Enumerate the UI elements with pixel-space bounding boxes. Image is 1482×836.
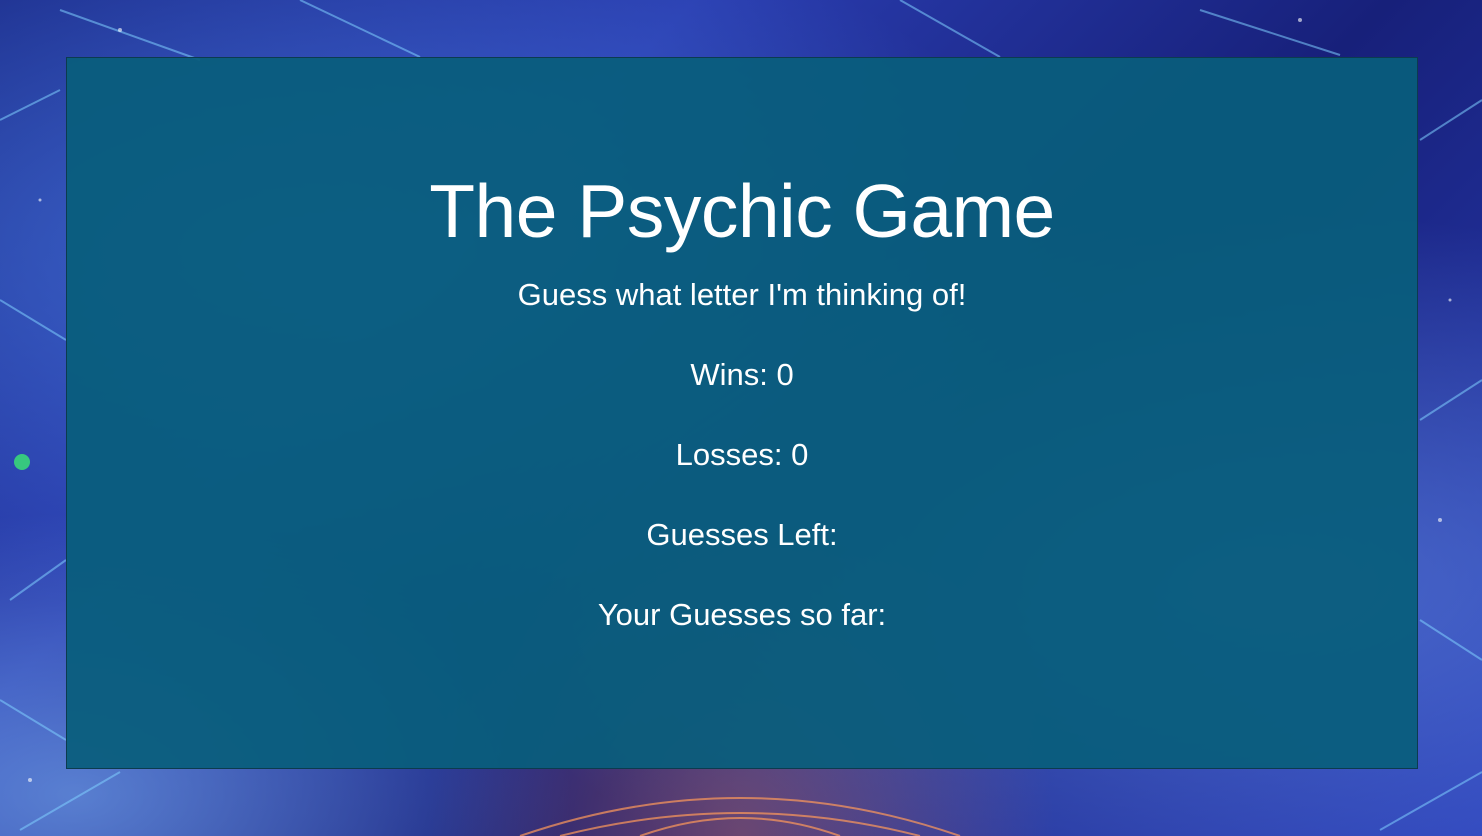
- game-panel: The Psychic Game Guess what letter I'm t…: [66, 57, 1418, 769]
- guesses-so-far-stat: Your Guesses so far:: [67, 595, 1417, 635]
- game-page: The Psychic Game Guess what letter I'm t…: [0, 0, 1482, 836]
- losses-stat: Losses: 0: [67, 435, 1417, 475]
- wins-value: 0: [776, 357, 794, 392]
- guesses-left-label: Guesses Left:: [646, 517, 838, 552]
- guesses-so-far-label: Your Guesses so far:: [597, 597, 887, 632]
- game-tagline: Guess what letter I'm thinking of!: [517, 277, 967, 312]
- game-title: The Psychic Game: [429, 169, 1055, 253]
- wins-label: Wins:: [690, 357, 768, 392]
- guesses-left-stat: Guesses Left:: [67, 515, 1417, 555]
- wins-stat: Wins: 0: [67, 355, 1417, 395]
- losses-value: 0: [791, 437, 809, 472]
- losses-label: Losses:: [675, 437, 783, 472]
